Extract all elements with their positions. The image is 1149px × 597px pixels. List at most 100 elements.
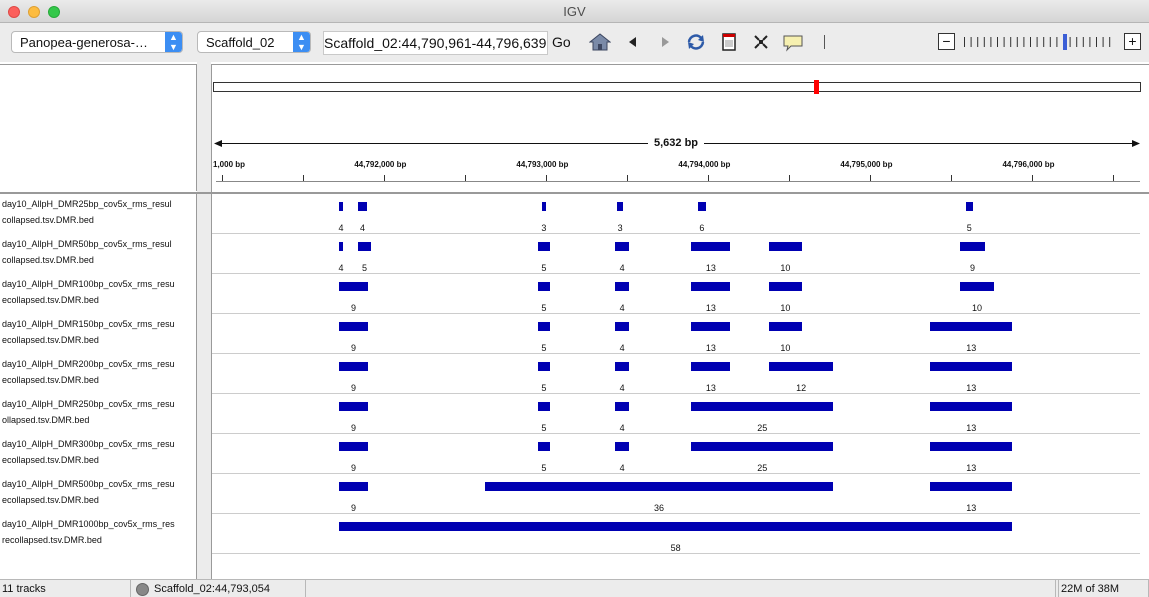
dmr-feature[interactable] <box>769 282 802 291</box>
dmr-feature[interactable] <box>615 442 629 451</box>
dmr-feature[interactable] <box>538 362 550 371</box>
panel-divider[interactable] <box>197 194 211 579</box>
track-row[interactable]: 9 5 4 25 13 <box>212 434 1140 474</box>
dmr-feature-label: 13 <box>705 303 716 313</box>
dmr-feature[interactable] <box>959 242 986 251</box>
track-name[interactable]: day10_AllpH_DMR1000bp_cov5x_rms_res recol… <box>2 516 197 556</box>
go-button[interactable]: Go <box>552 34 571 50</box>
region-of-interest-icon[interactable] <box>718 32 740 52</box>
dmr-feature[interactable] <box>616 202 624 211</box>
forward-arrow-icon[interactable] <box>654 32 676 52</box>
dmr-feature[interactable] <box>615 282 629 291</box>
zoom-out-button[interactable]: − <box>938 33 955 50</box>
track-name[interactable]: day10_AllpH_DMR100bp_cov5x_rms_resu ecoll… <box>2 276 197 316</box>
dmr-feature[interactable] <box>484 482 834 491</box>
dmr-feature[interactable] <box>542 202 547 211</box>
track-name-line1: day10_AllpH_DMR200bp_cov5x_rms_resu <box>2 359 175 369</box>
zoom-widget: − + <box>938 32 1142 52</box>
chromosome-dropdown[interactable]: Scaffold_02 ▲ ▼ <box>197 31 311 53</box>
dmr-feature[interactable] <box>959 282 995 291</box>
zoom-slider-thumb[interactable] <box>1063 34 1067 50</box>
track-row[interactable]: 9 5 4 13 10 13 <box>212 314 1140 354</box>
fit-to-window-icon[interactable] <box>750 32 772 52</box>
ruler-panel[interactable]: 5,632 bp 1,000 bp 44,792,000 bp 44,793,000… <box>211 64 1149 192</box>
track-row[interactable]: 4 4 3 3 6 5 <box>212 194 1140 234</box>
locus-search-input[interactable]: Scaffold_02:44,790,961-44,796,639 <box>323 31 548 55</box>
dmr-feature[interactable] <box>691 322 731 331</box>
track-name[interactable]: day10_AllpH_DMR150bp_cov5x_rms_resu ecoll… <box>2 316 197 356</box>
zoom-level-tick <box>1023 37 1025 47</box>
chromosome-ideogram[interactable] <box>213 80 1141 94</box>
zoom-slider[interactable] <box>960 32 1120 52</box>
status-message <box>306 580 1056 597</box>
dmr-feature[interactable] <box>615 242 629 251</box>
dmr-feature[interactable] <box>930 402 1013 411</box>
panel-divider[interactable] <box>197 62 211 194</box>
dmr-feature[interactable] <box>691 402 834 411</box>
dmr-feature[interactable] <box>338 402 369 411</box>
dmr-feature[interactable] <box>691 282 731 291</box>
track-name[interactable]: day10_AllpH_DMR200bp_cov5x_rms_resu ecoll… <box>2 356 197 396</box>
track-name[interactable]: day10_AllpH_DMR50bp_cov5x_rms_resul colla… <box>2 236 197 276</box>
track-data-panel[interactable]: 4 4 3 3 6 5 4 5 5 4 13 10 9 9 5 4 13 10 10 9 5 4 13 10 13 9 5 4 13 12… <box>211 194 1149 579</box>
dmr-feature[interactable] <box>691 442 834 451</box>
track-name[interactable]: day10_AllpH_DMR250bp_cov5x_rms_resu ollap… <box>2 396 197 436</box>
dmr-feature[interactable] <box>697 202 706 211</box>
dmr-feature[interactable] <box>930 362 1013 371</box>
track-name-line2: ecollapsed.tsv.DMR.bed <box>2 495 99 505</box>
dmr-feature[interactable] <box>615 402 629 411</box>
dmr-feature[interactable] <box>338 442 369 451</box>
dmr-feature-label: 4 <box>359 223 365 233</box>
track-name-line2: collapsed.tsv.DMR.bed <box>2 255 94 265</box>
dmr-feature[interactable] <box>338 322 369 331</box>
track-row[interactable]: 9 5 4 13 10 10 <box>212 274 1140 314</box>
dmr-feature[interactable] <box>930 482 1013 491</box>
track-name-line2: ecollapsed.tsv.DMR.bed <box>2 335 99 345</box>
home-icon[interactable] <box>589 32 611 52</box>
dmr-feature[interactable] <box>691 362 731 371</box>
genome-dropdown[interactable]: Panopea-generosa-… ▲ ▼ <box>11 31 183 53</box>
dmr-feature[interactable] <box>338 362 369 371</box>
dmr-feature[interactable] <box>338 242 344 251</box>
dmr-feature[interactable] <box>930 442 1013 451</box>
track-name[interactable]: day10_AllpH_DMR500bp_cov5x_rms_resu ecoll… <box>2 476 197 516</box>
dmr-feature[interactable] <box>691 242 731 251</box>
track-name-line1: day10_AllpH_DMR25bp_cov5x_rms_resul <box>2 199 172 209</box>
dmr-feature[interactable] <box>769 362 834 371</box>
dmr-feature[interactable] <box>966 202 973 211</box>
track-name[interactable]: day10_AllpH_DMR25bp_cov5x_rms_resul colla… <box>2 196 197 236</box>
track-name-line1: day10_AllpH_DMR1000bp_cov5x_rms_res <box>2 519 175 529</box>
track-name[interactable]: day10_AllpH_DMR300bp_cov5x_rms_resu ecoll… <box>2 436 197 476</box>
dmr-feature[interactable] <box>338 482 369 491</box>
dmr-feature[interactable] <box>538 242 550 251</box>
dmr-feature[interactable] <box>615 322 629 331</box>
dmr-feature[interactable] <box>338 522 1013 531</box>
dmr-feature[interactable] <box>769 242 802 251</box>
track-row[interactable]: 9 5 4 13 12 13 <box>212 354 1140 394</box>
dmr-feature[interactable] <box>358 242 371 251</box>
ruler-axis <box>216 181 1140 182</box>
dmr-feature[interactable] <box>358 202 367 211</box>
track-row[interactable]: 58 <box>212 514 1140 554</box>
ideogram-current-region-marker <box>813 80 819 94</box>
zoom-in-button[interactable]: + <box>1124 33 1141 50</box>
dmr-feature[interactable] <box>538 442 550 451</box>
dmr-feature[interactable] <box>338 282 369 291</box>
zoom-level-tick <box>1109 37 1111 47</box>
track-row[interactable]: 9 36 13 <box>212 474 1140 514</box>
dmr-feature[interactable] <box>538 282 550 291</box>
zoom-level-tick <box>1003 37 1005 47</box>
dmr-feature[interactable] <box>538 402 550 411</box>
popup-info-icon[interactable] <box>782 32 804 52</box>
dmr-feature[interactable] <box>615 362 629 371</box>
chromosome-dropdown-value: Scaffold_02 <box>206 35 275 50</box>
track-row[interactable]: 4 5 5 4 13 10 9 <box>212 234 1140 274</box>
refresh-icon[interactable] <box>685 32 707 52</box>
dmr-feature[interactable] <box>538 322 550 331</box>
dmr-feature[interactable] <box>769 322 802 331</box>
dmr-feature[interactable] <box>338 202 344 211</box>
dmr-feature[interactable] <box>930 322 1013 331</box>
back-arrow-icon[interactable] <box>622 32 644 52</box>
dmr-feature-label: 4 <box>619 263 625 273</box>
track-row[interactable]: 9 5 4 25 13 <box>212 394 1140 434</box>
